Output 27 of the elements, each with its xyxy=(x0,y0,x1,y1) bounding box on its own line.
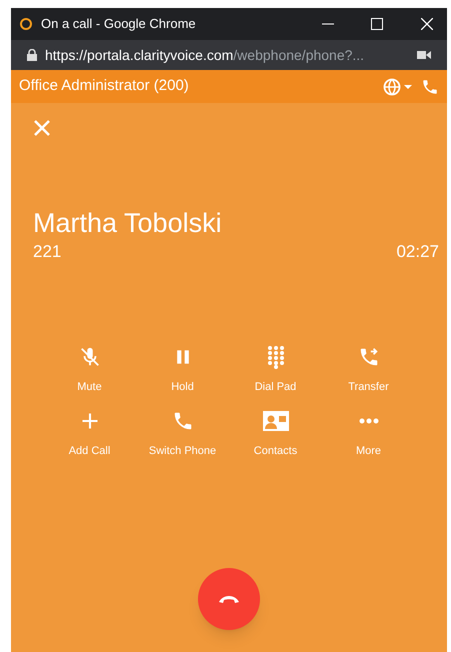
call-action-button[interactable]: Contacts xyxy=(229,409,322,460)
loading-ring-icon xyxy=(19,17,33,31)
contact-card-icon xyxy=(262,410,290,432)
more-icon xyxy=(358,417,380,425)
camera-icon[interactable] xyxy=(417,50,431,60)
call-duration: 02:27 xyxy=(396,241,439,263)
call-action-button[interactable]: More xyxy=(322,409,415,460)
header-title: Office Administrator (200) xyxy=(19,76,189,96)
caller-name: Martha Tobolski xyxy=(33,207,223,239)
window-title: On a call - Google Chrome xyxy=(41,15,196,34)
muted-microphone-icon xyxy=(78,346,100,368)
close-icon[interactable] xyxy=(421,18,433,30)
maximize-icon[interactable] xyxy=(371,18,383,30)
call-action-button[interactable]: Add Call xyxy=(43,409,136,460)
caller-number: 221 xyxy=(33,241,62,263)
call-action-button[interactable]: Transfer xyxy=(322,344,415,395)
call-action-button[interactable]: Mute xyxy=(43,344,136,395)
globe-dropdown-icon[interactable] xyxy=(383,78,413,96)
hang-up-icon xyxy=(218,594,240,604)
phone-icon[interactable] xyxy=(421,78,439,96)
call-action-button[interactable]: Hold xyxy=(136,344,229,395)
dialpad-icon xyxy=(266,344,286,368)
lock-icon xyxy=(27,49,37,61)
call-action-button[interactable]: Dial Pad xyxy=(229,344,322,395)
url-text[interactable]: https://portala.clarityvoice.com/webphone/phone?... xyxy=(45,44,364,66)
call-action-button[interactable]: Switch Phone xyxy=(136,409,229,460)
plus-icon xyxy=(80,411,100,431)
